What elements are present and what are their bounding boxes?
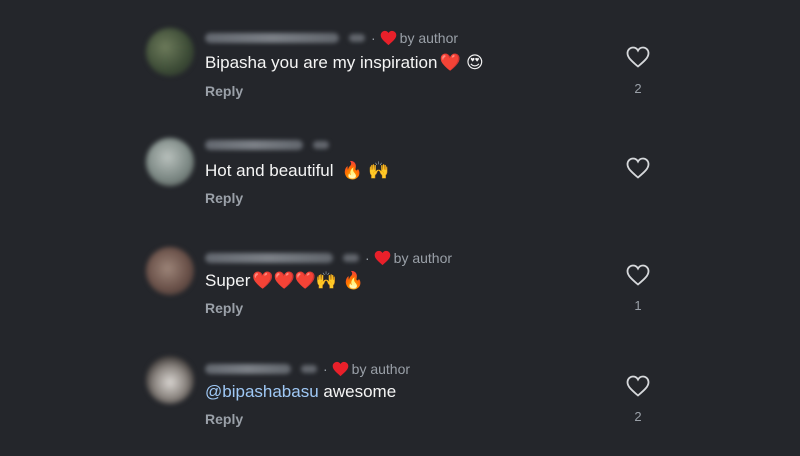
comment-item: · by author @bipashabasu awesome Reply 2 <box>0 356 800 456</box>
like-count: 1 <box>634 298 642 313</box>
like-heart-icon[interactable] <box>626 46 650 68</box>
timestamp-blurred <box>301 365 317 373</box>
like-count: 2 <box>634 81 642 96</box>
mention-link[interactable]: @bipashabasu <box>205 382 319 402</box>
comment-text: @bipashabasu awesome <box>205 382 397 402</box>
comment-item: Hot and beautiful 🔥 🙌 Reply <box>0 135 800 235</box>
author-heart-icon <box>380 30 396 46</box>
reply-button[interactable]: Reply <box>205 300 243 316</box>
emoji: 🔥 🙌 <box>341 161 390 181</box>
like-heart-icon[interactable] <box>626 264 650 286</box>
username-blurred[interactable] <box>205 140 303 150</box>
username-blurred[interactable] <box>205 33 339 43</box>
comment-item: · by author Bipasha you are my inspirati… <box>0 25 800 125</box>
author-heart-icon <box>332 361 348 377</box>
like-heart-icon[interactable] <box>626 157 650 179</box>
like-count: 2 <box>634 409 642 424</box>
by-author-label: by author <box>351 361 411 377</box>
comment-item: · by author Super ❤️❤️❤️🙌 🔥 Reply 1 <box>0 245 800 345</box>
username-blurred[interactable] <box>205 364 291 374</box>
username-blurred[interactable] <box>205 253 333 263</box>
reply-button[interactable]: Reply <box>205 83 243 99</box>
separator-dot: · <box>323 361 328 377</box>
by-author-label: by author <box>393 250 453 266</box>
comment-meta: · by author <box>205 250 452 266</box>
comment-meta <box>205 140 329 150</box>
separator-dot: · <box>371 30 376 46</box>
separator-dot: · <box>365 250 370 266</box>
comment-text: Super ❤️❤️❤️🙌 🔥 <box>205 271 364 291</box>
reply-button[interactable]: Reply <box>205 190 243 206</box>
comment-meta: · by author <box>205 361 410 377</box>
reply-button[interactable]: Reply <box>205 411 243 427</box>
timestamp-blurred <box>349 34 365 42</box>
emoji: ❤️❤️❤️🙌 🔥 <box>252 271 364 291</box>
emoji: ❤️ 😍 <box>439 53 484 73</box>
timestamp-blurred <box>313 141 329 149</box>
author-heart-icon <box>374 250 390 266</box>
avatar[interactable] <box>146 356 194 404</box>
comment-text: Hot and beautiful 🔥 🙌 <box>205 161 390 181</box>
comment-text: Bipasha you are my inspiration ❤️ 😍 <box>205 53 484 73</box>
by-author-label: by author <box>399 30 459 46</box>
avatar[interactable] <box>146 28 194 76</box>
timestamp-blurred <box>343 254 359 262</box>
like-heart-icon[interactable] <box>626 375 650 397</box>
avatar[interactable] <box>146 247 194 295</box>
avatar[interactable] <box>146 138 194 186</box>
comment-meta: · by author <box>205 30 458 46</box>
